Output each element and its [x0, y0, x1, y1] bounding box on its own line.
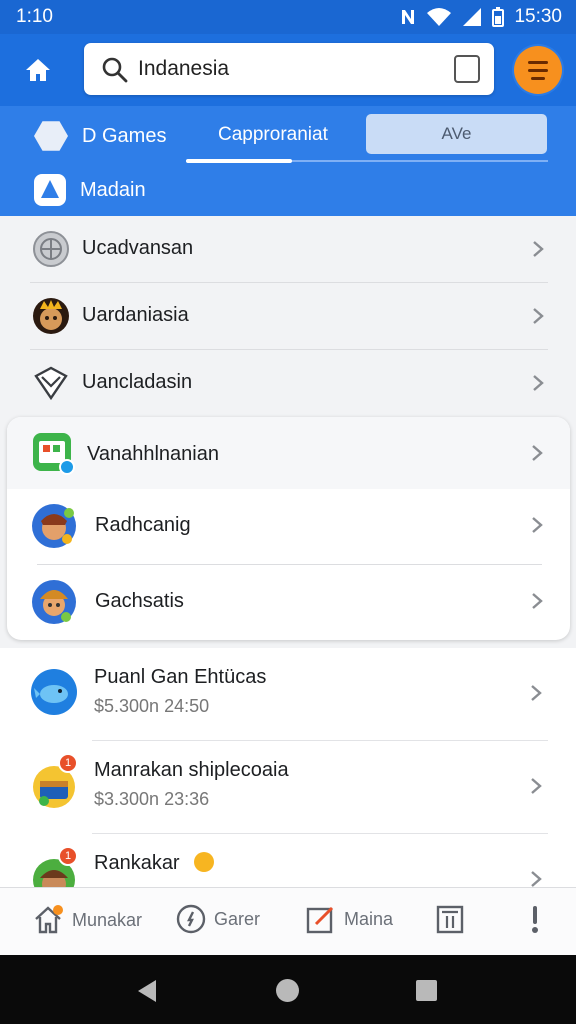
tab-medium-label: Madain: [80, 178, 146, 201]
badge-count: 1: [64, 850, 72, 862]
chevron-right-icon: [532, 517, 543, 533]
status-clock: 15:30: [514, 6, 562, 27]
menu-line-icon: [528, 68, 548, 72]
nav-edit-label: Maina: [344, 908, 394, 929]
deals-list: Puanl Gan Ehtücas $5.300n 24:50 1 Manrak…: [0, 648, 576, 901]
green-game-icon: [33, 433, 75, 475]
list-item[interactable]: Gachsatis: [7, 565, 570, 640]
chevron-right-icon: [533, 308, 544, 324]
chevron-right-icon: [533, 241, 544, 257]
chevron-right-icon: [531, 871, 542, 887]
app-letter-icon: [34, 174, 66, 206]
recents-icon[interactable]: [416, 980, 437, 1001]
calendar-icon: [436, 905, 464, 934]
deal-price: $3.300n 23:36: [94, 789, 210, 809]
featured-card: Vanahhlnanian Radhcanig Gachsatis: [7, 417, 570, 640]
menu-line-icon: [531, 76, 545, 80]
deal-item[interactable]: 1 Manrakan shiplecoaia $3.300n 23:36: [0, 741, 576, 833]
whale-icon: [31, 669, 77, 715]
nfc-icon: [402, 10, 415, 24]
chevron-right-icon: [531, 778, 542, 794]
compass-icon: [176, 904, 206, 934]
nav-edit[interactable]: Maina: [306, 904, 393, 934]
chevron-right-icon: [531, 685, 542, 701]
list-item[interactable]: Uardaniasia: [0, 283, 576, 349]
tab-ave[interactable]: AVe: [366, 114, 547, 154]
nav-home-label: Munakar: [72, 909, 143, 930]
list-item-label: Radhcanig: [95, 514, 191, 536]
app-screen: 1:10 15:30 Indanesia D Games Capprorania…: [0, 0, 576, 1024]
list-item-label: Uancladasin: [82, 371, 193, 393]
menu-line-icon: [528, 60, 548, 64]
hexagon-icon: [34, 121, 68, 151]
list-item[interactable]: Radhcanig: [7, 489, 570, 564]
status-time: 1:10: [16, 6, 53, 27]
back-icon[interactable]: [138, 980, 156, 1002]
character-avatar-icon: [33, 298, 69, 334]
tab-games[interactable]: D Games: [34, 120, 166, 152]
search-icon: [102, 57, 128, 83]
tab-games-label: D Games: [82, 124, 167, 147]
list-item-label: Gachsatis: [95, 590, 184, 612]
nav-games[interactable]: Garer: [176, 904, 260, 934]
region-list: Ucadvansan Uardaniasia Uancladasin: [0, 216, 576, 416]
search-value: Indanesia: [138, 57, 230, 80]
status-bar: 1:10 15:30: [0, 0, 576, 34]
list-item-label: Uardaniasia: [82, 304, 189, 326]
nav-games-label: Garer: [214, 908, 261, 929]
card-header-label: Vanahhlnanian: [87, 443, 219, 465]
system-home-icon[interactable]: [276, 979, 299, 1002]
notification-badge: 1: [58, 753, 78, 773]
badge-count: 1: [64, 757, 72, 769]
list-item-label: Ucadvansan: [82, 237, 194, 259]
character-avatar-icon: [32, 504, 76, 548]
status-icons: 15:30: [400, 6, 562, 28]
character-avatar-icon: [32, 580, 76, 624]
chevron-right-icon: [533, 375, 544, 391]
globe-icon: [33, 231, 69, 267]
deal-title: Rankakar: [94, 852, 180, 874]
tab-ave-label: AVe: [441, 124, 472, 143]
deal-title: Manrakan shiplecoaia: [94, 759, 289, 781]
home-button[interactable]: [20, 52, 56, 88]
card-header-item[interactable]: Vanahhlnanian: [7, 417, 570, 489]
app-bar: Indanesia: [0, 34, 576, 106]
edit-icon: [306, 906, 334, 934]
list-item[interactable]: Ucadvansan: [0, 216, 576, 282]
home-icon: [26, 59, 50, 81]
bottom-nav: Munakar Garer Maina: [0, 887, 576, 955]
emoji-icon: [194, 852, 214, 872]
profile-menu-button[interactable]: [514, 46, 562, 94]
system-nav-bar: [0, 955, 576, 1024]
chevron-right-icon: [532, 445, 543, 461]
scan-icon[interactable]: [454, 55, 480, 83]
home-outline-icon: [35, 905, 63, 934]
deal-title: Puanl Gan Ehtücas: [94, 666, 267, 688]
deal-item[interactable]: Puanl Gan Ehtücas $5.300n 24:50: [0, 648, 576, 740]
battery-icon: [492, 7, 505, 27]
deal-price: $5.300n 24:50: [94, 696, 210, 716]
list-item[interactable]: Uancladasin: [0, 350, 576, 416]
tab-competitor[interactable]: Capproraniat: [218, 124, 328, 146]
alert-icon: [532, 906, 538, 933]
shield-icon: [34, 366, 68, 401]
notification-badge: 1: [58, 846, 78, 866]
wifi-icon: [427, 8, 452, 26]
search-input[interactable]: Indanesia: [84, 43, 494, 95]
tab-medium[interactable]: Madain: [34, 174, 146, 206]
nav-home[interactable]: Munakar: [32, 904, 142, 936]
chevron-right-icon: [532, 593, 543, 609]
tab-active-indicator: [186, 159, 292, 163]
nav-calendar[interactable]: [436, 904, 464, 934]
nav-alerts[interactable]: [530, 904, 540, 934]
category-tabs: D Games Capproraniat AVe Madain: [0, 106, 576, 216]
signal-icon: [463, 8, 482, 26]
